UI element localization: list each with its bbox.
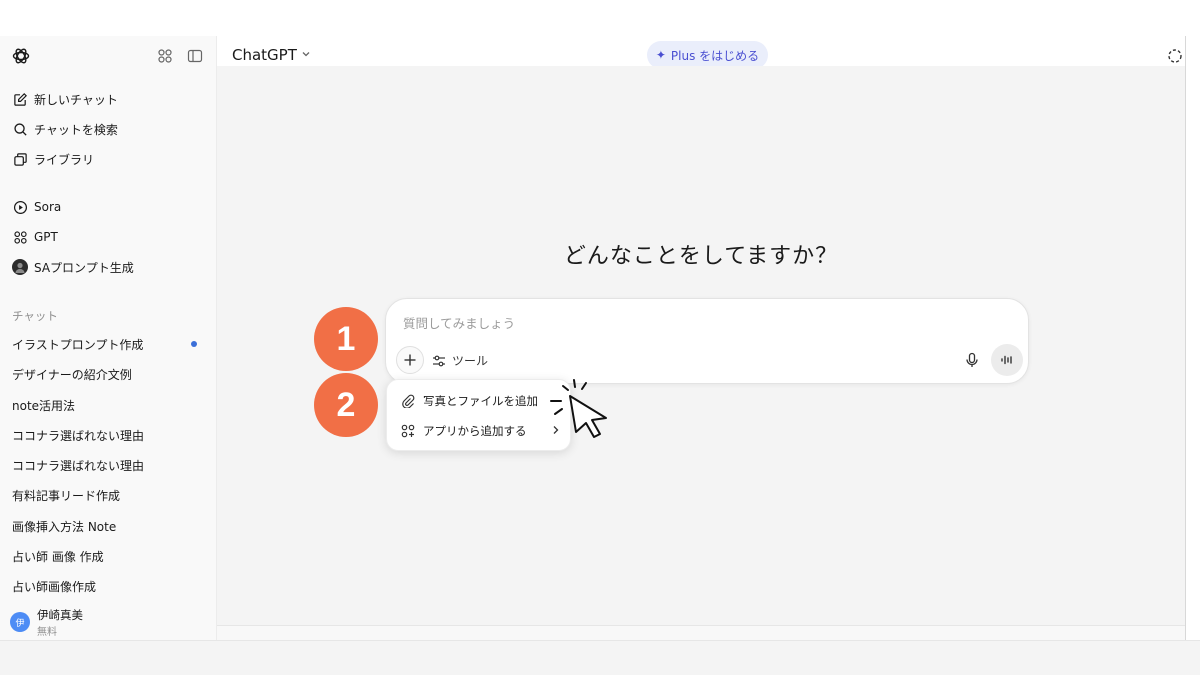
- chat-item[interactable]: note活用法: [0, 391, 216, 419]
- grid-icon: [12, 229, 28, 245]
- sidebar: 新しいチャット チャットを検索 ライブラリ Sora GPT SAプロンプト生成…: [0, 36, 217, 640]
- new-chat-icon: [12, 91, 28, 107]
- chat-item[interactable]: 占い師画像作成: [0, 572, 216, 600]
- user-plan: 無料: [37, 627, 57, 638]
- waveform-icon: [1001, 355, 1012, 365]
- apps-icon: [401, 424, 415, 438]
- chat-item[interactable]: ココナラ選ばれない理由: [0, 421, 216, 449]
- menu-item-add-files[interactable]: 写真とファイルを追加: [387, 387, 572, 415]
- model-name: ChatGPT: [232, 46, 297, 64]
- sliders-icon: [432, 354, 446, 368]
- chat-item-label: デザイナーの紹介文例: [12, 367, 132, 382]
- sidebar-item-label: ライブラリ: [34, 152, 95, 167]
- upgrade-plus-label: Plus をはじめる: [670, 48, 760, 63]
- user-name: 伊崎真美: [37, 608, 83, 622]
- play-icon: [12, 199, 28, 215]
- chat-item-label: 占い師画像作成: [12, 579, 97, 594]
- chat-item[interactable]: デザイナーの紹介文例: [0, 360, 216, 388]
- chevron-down-icon: [301, 49, 311, 62]
- avatar: 伊: [10, 612, 30, 632]
- menu-item-label: アプリから追加する: [423, 424, 527, 438]
- gpt-avatar-icon: [12, 259, 28, 275]
- sidebar-item-label: チャットを検索: [34, 122, 118, 137]
- chat-item[interactable]: ココナラ選ばれない理由: [0, 451, 216, 479]
- tools-label: ツール: [452, 354, 489, 368]
- chat-item[interactable]: 有料記事リード作成: [0, 481, 216, 509]
- voice-mode-button[interactable]: [991, 344, 1023, 376]
- plus-icon: [404, 354, 416, 366]
- sidebar-header: [0, 36, 216, 76]
- bottom-band: [0, 640, 1200, 675]
- library-icon: [12, 151, 28, 167]
- chat-item-label: イラストプロンプト作成: [12, 337, 144, 352]
- upgrade-plus-button[interactable]: ✦ Plus をはじめる: [647, 41, 768, 69]
- chats-section-label: チャット: [12, 309, 58, 323]
- chat-item[interactable]: 画像挿入方法 Note: [0, 512, 216, 540]
- chat-item-label: ココナラ選ばれない理由: [12, 428, 145, 443]
- sidebar-item-library[interactable]: ライブラリ: [0, 145, 216, 173]
- prompt-composer[interactable]: 質問してみましょう ツール: [385, 298, 1029, 384]
- sidebar-item-label: SAプロンプト生成: [34, 260, 134, 275]
- sidebar-item-sora[interactable]: Sora: [0, 193, 216, 221]
- user-profile[interactable]: 伊 伊崎真美 無料: [0, 604, 216, 640]
- chat-item-label: 画像挿入方法 Note: [12, 519, 117, 534]
- sidebar-item-label: 新しいチャット: [34, 92, 118, 107]
- sidebar-toggle-icon[interactable]: [187, 48, 203, 64]
- main-header: ChatGPT ✦ Plus をはじめる: [217, 36, 1185, 69]
- unread-dot: [191, 341, 197, 347]
- step-badge-2: 2: [314, 373, 378, 437]
- apps-grid-icon[interactable]: [157, 48, 173, 64]
- sidebar-item-gpt[interactable]: GPT: [0, 223, 216, 251]
- chat-item[interactable]: イラストプロンプト作成: [0, 330, 216, 358]
- sidebar-item-label: GPT: [34, 230, 58, 244]
- sparkle-icon: ✦: [655, 48, 666, 62]
- sidebar-item-search[interactable]: チャットを検索: [0, 115, 216, 143]
- openai-logo-icon[interactable]: [11, 46, 31, 66]
- model-selector[interactable]: ChatGPT: [232, 46, 311, 64]
- chat-item-label: note活用法: [12, 398, 76, 413]
- search-icon: [12, 121, 28, 137]
- window-edge: [1185, 36, 1200, 640]
- tools-button[interactable]: ツール: [432, 352, 488, 369]
- sidebar-item-new-chat[interactable]: 新しいチャット: [0, 85, 216, 113]
- menu-item-label: 写真とファイルを追加: [423, 394, 538, 408]
- main-footer: [217, 625, 1185, 640]
- paperclip-icon: [401, 394, 415, 408]
- chat-item-label: ココナラ選ばれない理由: [12, 458, 145, 473]
- page-heading: どんなことをしてますか？: [563, 244, 839, 269]
- top-band: [0, 0, 1200, 36]
- temporary-chat-icon[interactable]: [1167, 48, 1183, 64]
- chat-item-label: 有料記事リード作成: [12, 488, 121, 503]
- add-attachment-button[interactable]: [396, 346, 424, 374]
- click-cursor-icon: [550, 379, 607, 438]
- microphone-icon[interactable]: [964, 352, 980, 368]
- sidebar-item-sa-prompt[interactable]: SAプロンプト生成: [0, 253, 216, 281]
- step-badge-1: 1: [314, 307, 378, 371]
- prompt-input[interactable]: 質問してみましょう: [403, 313, 515, 332]
- chat-item[interactable]: 占い師 画像 作成: [0, 542, 216, 570]
- sidebar-item-label: Sora: [34, 200, 62, 214]
- chat-item-label: 占い師 画像 作成: [12, 549, 104, 564]
- attachment-menu: 写真とファイルを追加 アプリから追加する: [386, 379, 571, 451]
- menu-item-add-from-apps[interactable]: アプリから追加する: [387, 417, 572, 445]
